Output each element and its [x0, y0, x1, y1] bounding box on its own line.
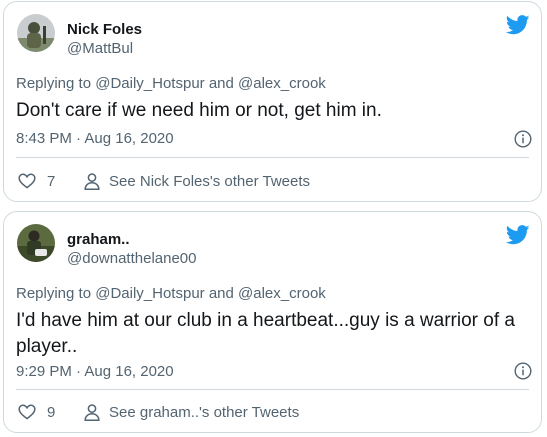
info-icon[interactable]	[514, 130, 532, 148]
timestamp[interactable]: 9:29 PM · Aug 16, 2020	[16, 363, 174, 380]
reply-and: and	[208, 75, 234, 92]
avatar[interactable]	[17, 14, 55, 52]
divider	[16, 157, 529, 158]
reply-prefix: Replying to	[16, 285, 92, 302]
display-name[interactable]: graham..	[67, 231, 130, 248]
person-icon[interactable]	[84, 404, 100, 421]
user-handle[interactable]: @MattBul	[67, 40, 133, 57]
tweet-text: Don't care if we need him or not, get hi…	[16, 100, 382, 121]
divider	[16, 389, 529, 390]
action-row: 9 See graham..'s other Tweets	[16, 401, 529, 425]
reply-context: Replying to @Daily_Hotspur and @alex_cro…	[16, 285, 326, 302]
mention-link[interactable]: @Daily_Hotspur	[95, 285, 204, 302]
like-count: 9	[47, 404, 56, 421]
heart-icon[interactable]	[18, 404, 36, 420]
mention-link[interactable]: @alex_crook	[238, 285, 326, 302]
heart-icon[interactable]	[18, 173, 36, 189]
tweet-card[interactable]: graham.. @downatthelane00 Replying to @D…	[3, 211, 542, 433]
user-handle[interactable]: @downatthelane00	[67, 250, 197, 267]
see-other-tweets-link[interactable]: See graham..'s other Tweets	[109, 404, 299, 421]
reply-prefix: Replying to	[16, 75, 92, 92]
see-other-tweets-link[interactable]: See Nick Foles's other Tweets	[109, 173, 310, 190]
avatar[interactable]	[17, 224, 55, 262]
tweet-card[interactable]: Nick Foles @MattBul Replying to @Daily_H…	[3, 1, 542, 202]
mention-link[interactable]: @alex_crook	[238, 75, 326, 92]
twitter-bird-icon[interactable]	[506, 15, 530, 35]
tweet-text: I'd have him at our club in a heartbeat.…	[16, 310, 515, 357]
like-count: 7	[47, 173, 56, 190]
timestamp[interactable]: 8:43 PM · Aug 16, 2020	[16, 130, 174, 147]
action-row: 7 See Nick Foles's other Tweets	[16, 170, 529, 194]
mention-link[interactable]: @Daily_Hotspur	[95, 75, 204, 92]
reply-and: and	[208, 285, 234, 302]
reply-context: Replying to @Daily_Hotspur and @alex_cro…	[16, 75, 326, 92]
display-name[interactable]: Nick Foles	[67, 21, 142, 38]
twitter-bird-icon[interactable]	[506, 225, 530, 245]
info-icon[interactable]	[514, 362, 532, 380]
person-icon[interactable]	[84, 173, 100, 190]
